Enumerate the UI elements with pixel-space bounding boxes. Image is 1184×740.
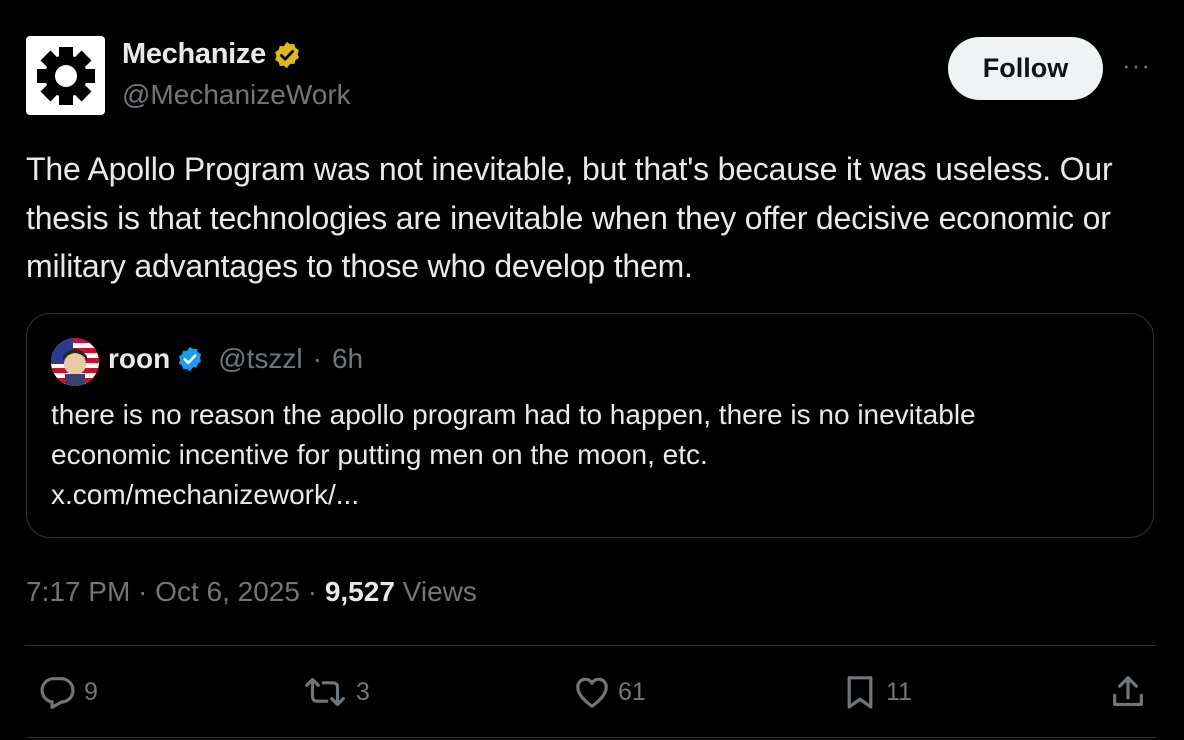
meta-separator: · — [299, 576, 325, 607]
quoted-text-line: there is no reason the apollo program ha… — [51, 399, 976, 430]
bookmark-button[interactable]: 11 — [840, 672, 912, 712]
quoted-age[interactable]: 6h — [332, 343, 363, 375]
views-count: 9,527 — [324, 576, 395, 607]
quoted-text: there is no reason the apollo program ha… — [51, 395, 1141, 515]
meta-separator: · — [130, 576, 156, 607]
repost-button[interactable]: 3 — [300, 672, 370, 712]
views-label: Views — [394, 576, 477, 607]
reply-count: 9 — [84, 677, 98, 706]
repost-count: 3 — [356, 677, 370, 706]
quoted-link[interactable]: x.com/mechanizework/... — [51, 475, 1141, 515]
author-display-name[interactable]: Mechanize — [122, 38, 266, 71]
tweet-text: The Apollo Program was not inevitable, b… — [26, 151, 1113, 284]
author-name-row[interactable]: Mechanize — [122, 38, 302, 71]
repost-icon — [305, 677, 345, 707]
author-handle[interactable]: @MechanizeWork — [122, 79, 351, 111]
quoted-display-name[interactable]: roon — [108, 343, 170, 375]
bookmark-count: 11 — [886, 677, 912, 706]
more-icon[interactable]: ··· — [1122, 50, 1151, 81]
gear-icon — [36, 46, 95, 105]
gold-verified-icon — [275, 41, 299, 68]
quoted-header: roon @tszzl · 6h — [108, 343, 363, 375]
flag-avatar-icon — [51, 338, 99, 386]
tweet-time[interactable]: 7:17 PM — [26, 576, 130, 608]
share-button[interactable] — [1108, 672, 1148, 712]
tweet-meta: 7:17 PM · Oct 6, 2025 · 9,527 Views — [26, 576, 477, 608]
tweet-date[interactable]: Oct 6, 2025 — [155, 576, 300, 608]
like-count: 61 — [618, 677, 646, 706]
author-avatar[interactable] — [26, 36, 105, 115]
like-button[interactable]: 61 — [572, 672, 646, 712]
quoted-handle[interactable]: @tszzl — [218, 343, 302, 375]
blue-verified-icon — [179, 346, 202, 372]
heart-icon — [576, 677, 608, 708]
quoted-author-avatar[interactable] — [51, 338, 99, 386]
share-icon — [1113, 676, 1143, 707]
bookmark-icon — [847, 676, 873, 709]
follow-button[interactable]: Follow — [948, 37, 1103, 100]
divider — [26, 645, 1156, 646]
quoted-separator: · — [312, 343, 322, 374]
divider — [26, 737, 1156, 738]
reply-button[interactable]: 9 — [36, 672, 98, 712]
quoted-text-line: economic incentive for putting men on th… — [51, 439, 708, 470]
reply-icon — [40, 677, 75, 709]
